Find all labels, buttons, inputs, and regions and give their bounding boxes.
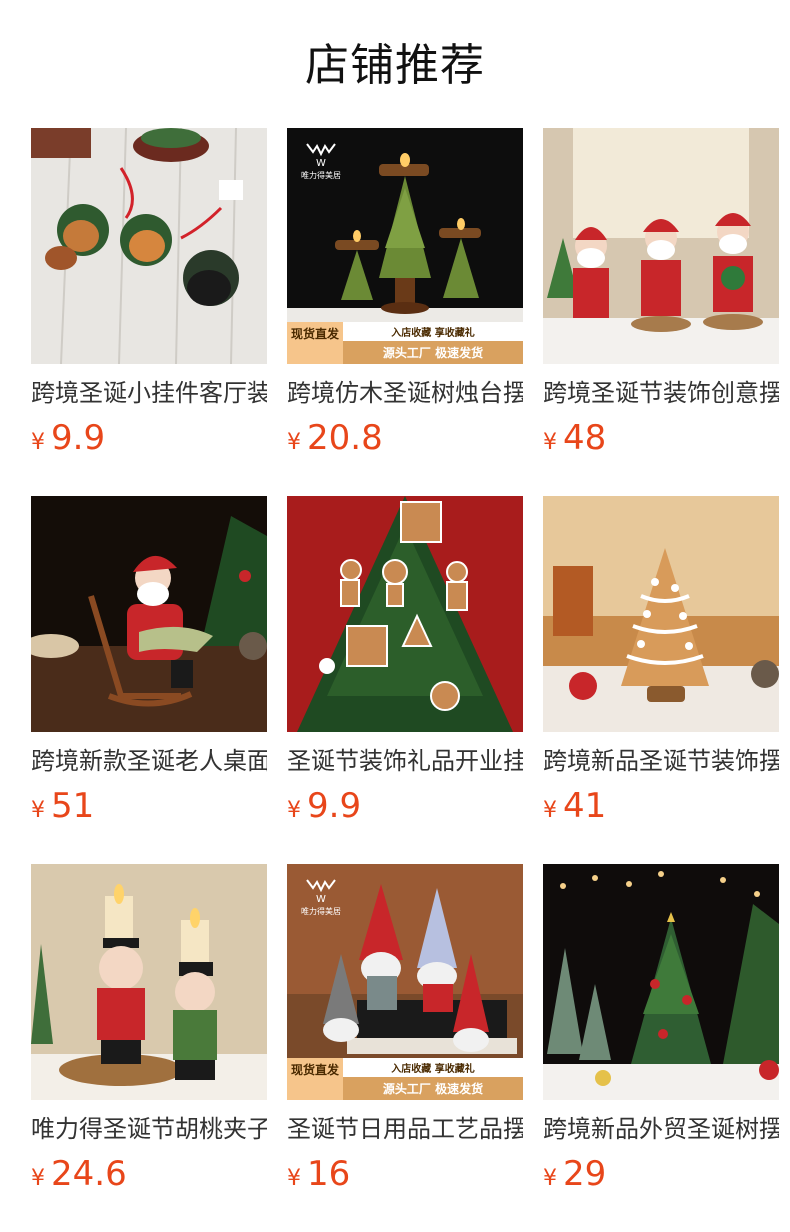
product-card[interactable]: 跨境新款圣诞老人桌面摆件 ¥51 — [31, 496, 267, 836]
product-name[interactable]: 跨境仿木圣诞树烛台摆件 — [287, 376, 523, 410]
product-price: ¥29 — [543, 1152, 606, 1196]
price-value: 24.6 — [51, 1154, 127, 1194]
product-price: ¥20.8 — [287, 416, 383, 460]
product-name[interactable]: 圣诞节装饰礼品开业挂件 — [287, 744, 523, 778]
product-price: ¥48 — [543, 416, 606, 460]
badge-stock: 现货直发 — [287, 1058, 343, 1100]
currency-symbol: ¥ — [543, 798, 557, 823]
product-name[interactable]: 跨境新款圣诞老人桌面摆件 — [31, 744, 267, 778]
product-card[interactable]: 跨境新品外贸圣诞树摆件 ¥29 — [543, 864, 779, 1204]
product-name[interactable]: 跨境新品外贸圣诞树摆件 — [543, 1112, 779, 1146]
price-value: 20.8 — [307, 418, 383, 458]
section-title: 店铺推荐 — [305, 40, 485, 91]
product-price: ¥51 — [31, 784, 94, 828]
currency-symbol: ¥ — [287, 798, 301, 823]
product-image[interactable]: W 唯力得美居 现货直发 入店收藏 享收藏礼 源头工厂 极速发货 — [287, 128, 523, 364]
promo-badge: 现货直发 入店收藏 享收藏礼 源头工厂 极速发货 — [287, 322, 523, 364]
product-price: ¥9.9 — [287, 784, 361, 828]
product-card[interactable]: 圣诞节装饰礼品开业挂件 ¥9.9 — [287, 496, 523, 836]
product-image[interactable] — [543, 864, 779, 1100]
currency-symbol: ¥ — [31, 430, 45, 455]
product-image[interactable] — [31, 128, 267, 364]
price-value: 9.9 — [307, 786, 362, 826]
price-value: 9.9 — [51, 418, 106, 458]
price-value: 48 — [563, 418, 607, 458]
product-card[interactable]: W 唯力得美居 现货直发 入店收藏 享收藏礼 源头工厂 极速发货 跨境仿木圣诞树… — [287, 128, 523, 468]
brand-logo-text: 唯力得美居 — [301, 907, 341, 916]
promo-badge: 现货直发 入店收藏 享收藏礼 源头工厂 极速发货 — [287, 1058, 523, 1100]
brand-logo: W 唯力得美居 — [301, 876, 341, 920]
product-price: ¥41 — [543, 784, 606, 828]
product-card[interactable]: 跨境圣诞小挂件客厅装饰 ¥9.9 — [31, 128, 267, 468]
product-image[interactable] — [31, 496, 267, 732]
product-name[interactable]: 圣诞节日用品工艺品摆件 — [287, 1112, 523, 1146]
product-card[interactable]: 跨境圣诞节装饰创意摆件 ¥48 — [543, 128, 779, 468]
badge-factory-text: 源头工厂 极速发货 — [382, 1082, 484, 1096]
badge-factory-text: 源头工厂 极速发货 — [382, 346, 484, 360]
product-name[interactable]: 跨境新品圣诞节装饰摆件 — [543, 744, 779, 778]
product-image[interactable] — [287, 496, 523, 732]
price-value: 29 — [563, 1154, 607, 1194]
currency-symbol: ¥ — [287, 1166, 301, 1191]
price-value: 41 — [563, 786, 607, 826]
price-value: 51 — [51, 786, 95, 826]
currency-symbol: ¥ — [543, 430, 557, 455]
badge-right: 入店收藏 享收藏礼 源头工厂 极速发货 — [343, 322, 523, 364]
product-image[interactable] — [543, 496, 779, 732]
product-card[interactable]: 跨境新品圣诞节装饰摆件 ¥41 — [543, 496, 779, 836]
product-image[interactable]: W 唯力得美居 现货直发 入店收藏 享收藏礼 源头工厂 极速发货 — [287, 864, 523, 1100]
currency-symbol: ¥ — [31, 1166, 45, 1191]
badge-right: 入店收藏 享收藏礼 源头工厂 极速发货 — [343, 1058, 523, 1100]
currency-symbol: ¥ — [543, 1166, 557, 1191]
product-price: ¥16 — [287, 1152, 350, 1196]
product-name[interactable]: 跨境圣诞节装饰创意摆件 — [543, 376, 779, 410]
badge-collect-text: 入店收藏 享收藏礼 — [391, 1064, 475, 1075]
product-card[interactable]: 唯力得圣诞节胡桃夹子烛台 ¥24.6 — [31, 864, 267, 1204]
badge-stock: 现货直发 — [287, 322, 343, 364]
product-name[interactable]: 跨境圣诞小挂件客厅装饰 — [31, 376, 267, 410]
product-price: ¥9.9 — [31, 416, 105, 460]
svg-text:W: W — [316, 158, 326, 169]
svg-text:W: W — [316, 894, 326, 905]
product-name[interactable]: 唯力得圣诞节胡桃夹子烛台 — [31, 1112, 267, 1146]
product-image[interactable] — [543, 128, 779, 364]
currency-symbol: ¥ — [287, 430, 301, 455]
product-image[interactable] — [31, 864, 267, 1100]
brand-logo-text: 唯力得美居 — [301, 171, 341, 180]
currency-symbol: ¥ — [31, 798, 45, 823]
badge-collect-text: 入店收藏 享收藏礼 — [391, 328, 475, 339]
brand-logo: W 唯力得美居 — [301, 140, 341, 184]
product-card[interactable]: W 唯力得美居 现货直发 入店收藏 享收藏礼 源头工厂 极速发货 圣诞节日用品工… — [287, 864, 523, 1204]
price-value: 16 — [307, 1154, 351, 1194]
product-price: ¥24.6 — [31, 1152, 127, 1196]
